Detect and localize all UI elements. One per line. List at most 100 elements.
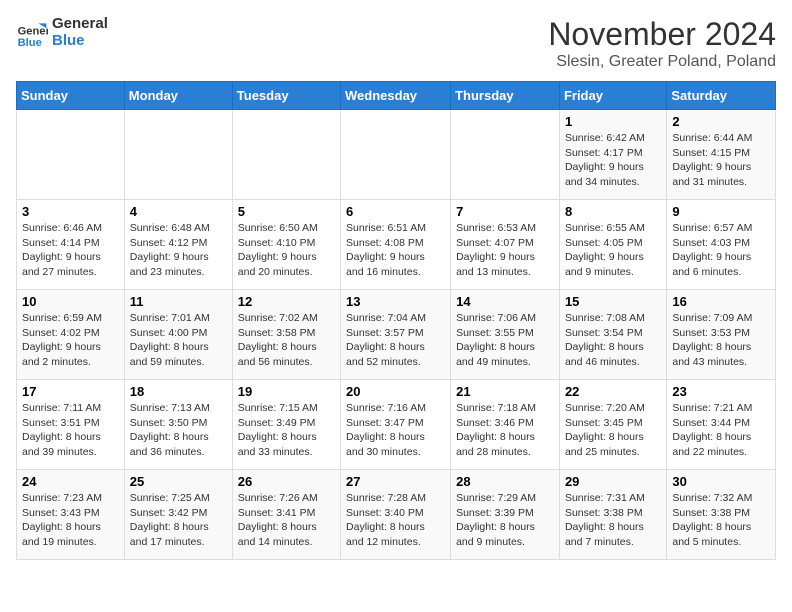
calendar-cell: 7Sunrise: 6:53 AMSunset: 4:07 PMDaylight… bbox=[451, 200, 560, 290]
day-info: Sunrise: 6:55 AMSunset: 4:05 PMDaylight:… bbox=[565, 221, 661, 280]
day-info: Sunrise: 7:02 AMSunset: 3:58 PMDaylight:… bbox=[238, 311, 335, 370]
calendar-cell: 23Sunrise: 7:21 AMSunset: 3:44 PMDayligh… bbox=[667, 380, 776, 470]
header-row: SundayMondayTuesdayWednesdayThursdayFrid… bbox=[17, 82, 776, 110]
calendar-cell: 5 Sunrise: 6:50 AMSunset: 4:10 PMDaylight… bbox=[232, 200, 340, 290]
calendar-cell: 9Sunrise: 6:57 AMSunset: 4:03 PMDaylight… bbox=[667, 200, 776, 290]
day-number: 14 bbox=[456, 294, 554, 309]
calendar-cell: 16 Sunrise: 7:09 AMSunset: 3:53 PMDayligh… bbox=[667, 290, 776, 380]
day-number: 26 bbox=[238, 474, 335, 489]
calendar-cell: 27 Sunrise: 7:28 AMSunset: 3:40 PMDayligh… bbox=[341, 470, 451, 560]
day-number: 27 bbox=[346, 474, 445, 489]
day-info: Sunrise: 7:26 AMSunset: 3:41 PMDaylight:… bbox=[238, 491, 335, 550]
day-info: Sunrise: 7:21 AMSunset: 3:44 PMDaylight:… bbox=[672, 401, 770, 460]
day-number: 17 bbox=[22, 384, 119, 399]
calendar-cell: 8 Sunrise: 6:55 AMSunset: 4:05 PMDaylight… bbox=[559, 200, 666, 290]
day-info: Sunrise: 7:15 AMSunset: 3:49 PMDaylight:… bbox=[238, 401, 335, 460]
calendar-cell: 30Sunrise: 7:32 AMSunset: 3:38 PMDayligh… bbox=[667, 470, 776, 560]
day-number: 10 bbox=[22, 294, 119, 309]
logo: General Blue General Blue bbox=[16, 16, 108, 49]
calendar-cell: 22 Sunrise: 7:20 AMSunset: 3:45 PMDayligh… bbox=[559, 380, 666, 470]
day-number: 19 bbox=[238, 384, 335, 399]
day-number: 21 bbox=[456, 384, 554, 399]
day-number: 15 bbox=[565, 294, 661, 309]
week-row-3: 10 Sunrise: 6:59 AMSunset: 4:02 PMDayligh… bbox=[17, 290, 776, 380]
day-number: 22 bbox=[565, 384, 661, 399]
day-number: 25 bbox=[130, 474, 227, 489]
calendar-cell: 11 Sunrise: 7:01 AMSunset: 4:00 PMDayligh… bbox=[124, 290, 232, 380]
week-row-2: 3Sunrise: 6:46 AMSunset: 4:14 PMDaylight… bbox=[17, 200, 776, 290]
calendar-cell bbox=[341, 110, 451, 200]
day-number: 8 bbox=[565, 204, 661, 219]
calendar-cell bbox=[124, 110, 232, 200]
svg-text:General: General bbox=[18, 25, 48, 37]
calendar-cell: 21 Sunrise: 7:18 AMSunset: 3:46 PMDayligh… bbox=[451, 380, 560, 470]
calendar-cell: 19 Sunrise: 7:15 AMSunset: 3:49 PMDayligh… bbox=[232, 380, 340, 470]
calendar-cell: 6Sunrise: 6:51 AMSunset: 4:08 PMDaylight… bbox=[341, 200, 451, 290]
day-info: Sunrise: 7:01 AMSunset: 4:00 PMDaylight:… bbox=[130, 311, 227, 370]
day-number: 29 bbox=[565, 474, 661, 489]
day-number: 13 bbox=[346, 294, 445, 309]
day-number: 3 bbox=[22, 204, 119, 219]
week-row-1: 1Sunrise: 6:42 AMSunset: 4:17 PMDaylight… bbox=[17, 110, 776, 200]
calendar-cell: 14 Sunrise: 7:06 AMSunset: 3:55 PMDayligh… bbox=[451, 290, 560, 380]
day-number: 24 bbox=[22, 474, 119, 489]
day-info: Sunrise: 7:23 AMSunset: 3:43 PMDaylight:… bbox=[22, 491, 119, 550]
day-number: 2 bbox=[672, 114, 770, 129]
day-info: Sunrise: 7:18 AMSunset: 3:46 PMDaylight:… bbox=[456, 401, 554, 460]
header-thursday: Thursday bbox=[451, 82, 560, 110]
day-info: Sunrise: 6:50 AMSunset: 4:10 PMDaylight:… bbox=[238, 221, 335, 280]
calendar-cell: 10 Sunrise: 6:59 AMSunset: 4:02 PMDayligh… bbox=[17, 290, 125, 380]
day-info: Sunrise: 7:04 AMSunset: 3:57 PMDaylight:… bbox=[346, 311, 445, 370]
day-number: 11 bbox=[130, 294, 227, 309]
day-number: 5 bbox=[238, 204, 335, 219]
logo-blue: Blue bbox=[52, 33, 108, 50]
day-number: 4 bbox=[130, 204, 227, 219]
day-number: 16 bbox=[672, 294, 770, 309]
day-info: Sunrise: 7:31 AMSunset: 3:38 PMDaylight:… bbox=[565, 491, 661, 550]
calendar-cell bbox=[451, 110, 560, 200]
day-number: 1 bbox=[565, 114, 661, 129]
day-number: 6 bbox=[346, 204, 445, 219]
header-saturday: Saturday bbox=[667, 82, 776, 110]
day-number: 30 bbox=[672, 474, 770, 489]
calendar-cell bbox=[17, 110, 125, 200]
day-info: Sunrise: 7:20 AMSunset: 3:45 PMDaylight:… bbox=[565, 401, 661, 460]
month-title: November 2024 bbox=[548, 16, 776, 53]
calendar-cell: 3Sunrise: 6:46 AMSunset: 4:14 PMDaylight… bbox=[17, 200, 125, 290]
calendar-table: SundayMondayTuesdayWednesdayThursdayFrid… bbox=[16, 81, 776, 560]
calendar-cell: 20 Sunrise: 7:16 AMSunset: 3:47 PMDayligh… bbox=[341, 380, 451, 470]
week-row-4: 17Sunrise: 7:11 AMSunset: 3:51 PMDayligh… bbox=[17, 380, 776, 470]
calendar-cell bbox=[232, 110, 340, 200]
day-info: Sunrise: 7:25 AMSunset: 3:42 PMDaylight:… bbox=[130, 491, 227, 550]
day-info: Sunrise: 7:28 AMSunset: 3:40 PMDaylight:… bbox=[346, 491, 445, 550]
header-sunday: Sunday bbox=[17, 82, 125, 110]
calendar-cell: 1Sunrise: 6:42 AMSunset: 4:17 PMDaylight… bbox=[559, 110, 666, 200]
week-row-5: 24 Sunrise: 7:23 AMSunset: 3:43 PMDayligh… bbox=[17, 470, 776, 560]
logo-icon: General Blue bbox=[16, 17, 48, 49]
day-info: Sunrise: 6:48 AMSunset: 4:12 PMDaylight:… bbox=[130, 221, 227, 280]
day-info: Sunrise: 7:09 AMSunset: 3:53 PMDaylight:… bbox=[672, 311, 770, 370]
calendar-cell: 2 Sunrise: 6:44 AMSunset: 4:15 PMDaylight… bbox=[667, 110, 776, 200]
day-info: Sunrise: 6:44 AMSunset: 4:15 PMDaylight:… bbox=[672, 131, 770, 190]
header: General Blue General Blue November 2024 … bbox=[16, 16, 776, 71]
calendar-cell: 18Sunrise: 7:13 AMSunset: 3:50 PMDayligh… bbox=[124, 380, 232, 470]
calendar-cell: 17Sunrise: 7:11 AMSunset: 3:51 PMDayligh… bbox=[17, 380, 125, 470]
svg-text:Blue: Blue bbox=[18, 36, 42, 48]
day-info: Sunrise: 7:16 AMSunset: 3:47 PMDaylight:… bbox=[346, 401, 445, 460]
day-info: Sunrise: 7:08 AMSunset: 3:54 PMDaylight:… bbox=[565, 311, 661, 370]
title-area: November 2024 Slesin, Greater Poland, Po… bbox=[548, 16, 776, 71]
header-friday: Friday bbox=[559, 82, 666, 110]
calendar-cell: 15 Sunrise: 7:08 AMSunset: 3:54 PMDayligh… bbox=[559, 290, 666, 380]
day-number: 20 bbox=[346, 384, 445, 399]
day-number: 28 bbox=[456, 474, 554, 489]
day-number: 18 bbox=[130, 384, 227, 399]
calendar-cell: 28Sunrise: 7:29 AMSunset: 3:39 PMDayligh… bbox=[451, 470, 560, 560]
day-info: Sunrise: 6:57 AMSunset: 4:03 PMDaylight:… bbox=[672, 221, 770, 280]
logo-general: General bbox=[52, 16, 108, 33]
calendar-cell: 25 Sunrise: 7:25 AMSunset: 3:42 PMDayligh… bbox=[124, 470, 232, 560]
day-info: Sunrise: 6:59 AMSunset: 4:02 PMDaylight:… bbox=[22, 311, 119, 370]
day-number: 7 bbox=[456, 204, 554, 219]
header-tuesday: Tuesday bbox=[232, 82, 340, 110]
day-info: Sunrise: 7:06 AMSunset: 3:55 PMDaylight:… bbox=[456, 311, 554, 370]
calendar-cell: 4 Sunrise: 6:48 AMSunset: 4:12 PMDaylight… bbox=[124, 200, 232, 290]
